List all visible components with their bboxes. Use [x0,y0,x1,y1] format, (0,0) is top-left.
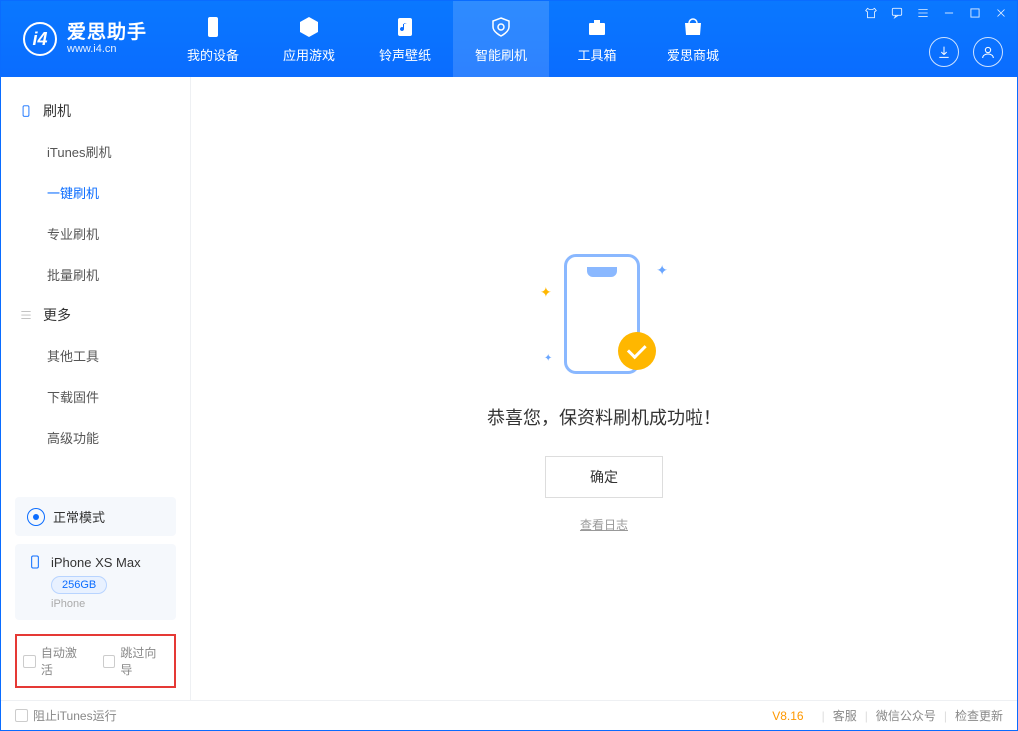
sidebar: 刷机 iTunes刷机 一键刷机 专业刷机 批量刷机 更多 其他工具 下载固件 … [1,77,191,700]
shirt-icon[interactable] [863,5,879,21]
feedback-icon[interactable] [889,5,905,21]
titlebar-actions [929,37,1003,67]
nav-tabs: 我的设备 应用游戏 铃声壁纸 智能刷机 工具箱 爱思商城 [165,1,741,77]
download-button[interactable] [929,37,959,67]
titlebar: i4 爱思助手 www.i4.cn 我的设备 应用游戏 铃声壁纸 智能刷机 [1,1,1017,77]
nav-label: 工具箱 [578,45,617,64]
app-subtitle: www.i4.cn [67,43,147,55]
sidebar-group-flash: 刷机 [1,91,190,131]
checkbox-box-icon [15,709,28,722]
sidebar-group-more: 更多 [1,295,190,335]
user-button[interactable] [973,37,1003,67]
check-badge-icon [618,332,656,370]
highlighted-options: 自动激活 跳过向导 [15,634,176,688]
device-name-row: iPhone XS Max [27,554,164,570]
phone-icon [201,15,225,39]
list-icon [19,308,33,322]
main-content: ✦ ✦ ✦ 恭喜您，保资料刷机成功啦！ 确定 查看日志 [191,77,1017,700]
checkbox-skip-guide[interactable]: 跳过向导 [103,644,169,678]
store-icon [681,15,705,39]
minimize-icon[interactable] [941,5,957,21]
checkbox-block-itunes[interactable]: 阻止iTunes运行 [15,707,117,724]
sparkle-icon: ✦ [544,353,552,364]
toolbox-icon [585,15,609,39]
success-illustration: ✦ ✦ ✦ [534,244,674,384]
checkbox-box-icon [103,655,116,668]
sidebar-item-pro-flash[interactable]: 专业刷机 [1,213,190,254]
close-icon[interactable] [993,5,1009,21]
nav-label: 应用游戏 [283,45,335,64]
logo-text: 爱思助手 www.i4.cn [67,23,147,56]
device-small-icon [19,104,33,118]
statusbar: 阻止iTunes运行 V8.16 | 客服 | 微信公众号 | 检查更新 [1,700,1017,730]
mode-label: 正常模式 [53,507,105,526]
sidebar-item-oneclick-flash[interactable]: 一键刷机 [1,172,190,213]
group-title: 刷机 [43,101,71,121]
mode-box[interactable]: 正常模式 [15,497,176,536]
nav-tab-ringtones[interactable]: 铃声壁纸 [357,1,453,77]
checkbox-label: 自动激活 [41,644,89,678]
checkbox-auto-activate[interactable]: 自动激活 [23,644,89,678]
music-note-icon [393,15,417,39]
cube-icon [297,15,321,39]
logo-area: i4 爱思助手 www.i4.cn [1,1,165,77]
sidebar-item-advanced[interactable]: 高级功能 [1,417,190,458]
body-area: 刷机 iTunes刷机 一键刷机 专业刷机 批量刷机 更多 其他工具 下载固件 … [1,77,1017,700]
app-title: 爱思助手 [67,23,147,44]
sidebar-item-batch-flash[interactable]: 批量刷机 [1,254,190,295]
storage-badge: 256GB [51,576,107,594]
view-log-link[interactable]: 查看日志 [580,516,628,533]
version-label: V8.16 [772,709,803,723]
nav-tab-store[interactable]: 爱思商城 [645,1,741,77]
nav-label: 我的设备 [187,45,239,64]
sparkle-icon: ✦ [540,284,552,301]
maximize-icon[interactable] [967,5,983,21]
status-right: V8.16 | 客服 | 微信公众号 | 检查更新 [772,707,1003,724]
mode-indicator-icon [27,508,45,526]
menu-icon[interactable] [915,5,931,21]
nav-tab-apps[interactable]: 应用游戏 [261,1,357,77]
window-controls [863,5,1009,21]
status-link-support[interactable]: 客服 [833,707,857,724]
checkbox-label: 阻止iTunes运行 [33,707,117,724]
sidebar-item-itunes-flash[interactable]: iTunes刷机 [1,131,190,172]
nav-label: 智能刷机 [475,45,527,64]
nav-label: 铃声壁纸 [379,45,431,64]
nav-tab-flash[interactable]: 智能刷机 [453,1,549,77]
group-title: 更多 [43,305,71,325]
device-name: iPhone XS Max [51,555,141,570]
checkbox-box-icon [23,655,36,668]
checkbox-label: 跳过向导 [120,644,168,678]
device-type: iPhone [51,598,164,610]
status-link-wechat[interactable]: 微信公众号 [876,707,936,724]
nav-tab-device[interactable]: 我的设备 [165,1,261,77]
app-window: i4 爱思助手 www.i4.cn 我的设备 应用游戏 铃声壁纸 智能刷机 [0,0,1018,731]
app-logo-icon: i4 [23,22,57,56]
device-box[interactable]: iPhone XS Max 256GB iPhone [15,544,176,620]
nav-tab-toolbox[interactable]: 工具箱 [549,1,645,77]
sidebar-item-other-tools[interactable]: 其他工具 [1,335,190,376]
phone-small-icon [27,554,43,570]
sidebar-item-download-firmware[interactable]: 下载固件 [1,376,190,417]
status-link-update[interactable]: 检查更新 [955,707,1003,724]
sparkle-icon: ✦ [656,262,668,279]
confirm-button[interactable]: 确定 [545,456,663,498]
nav-label: 爱思商城 [667,45,719,64]
success-message: 恭喜您，保资料刷机成功啦！ [487,404,721,430]
refresh-shield-icon [489,15,513,39]
